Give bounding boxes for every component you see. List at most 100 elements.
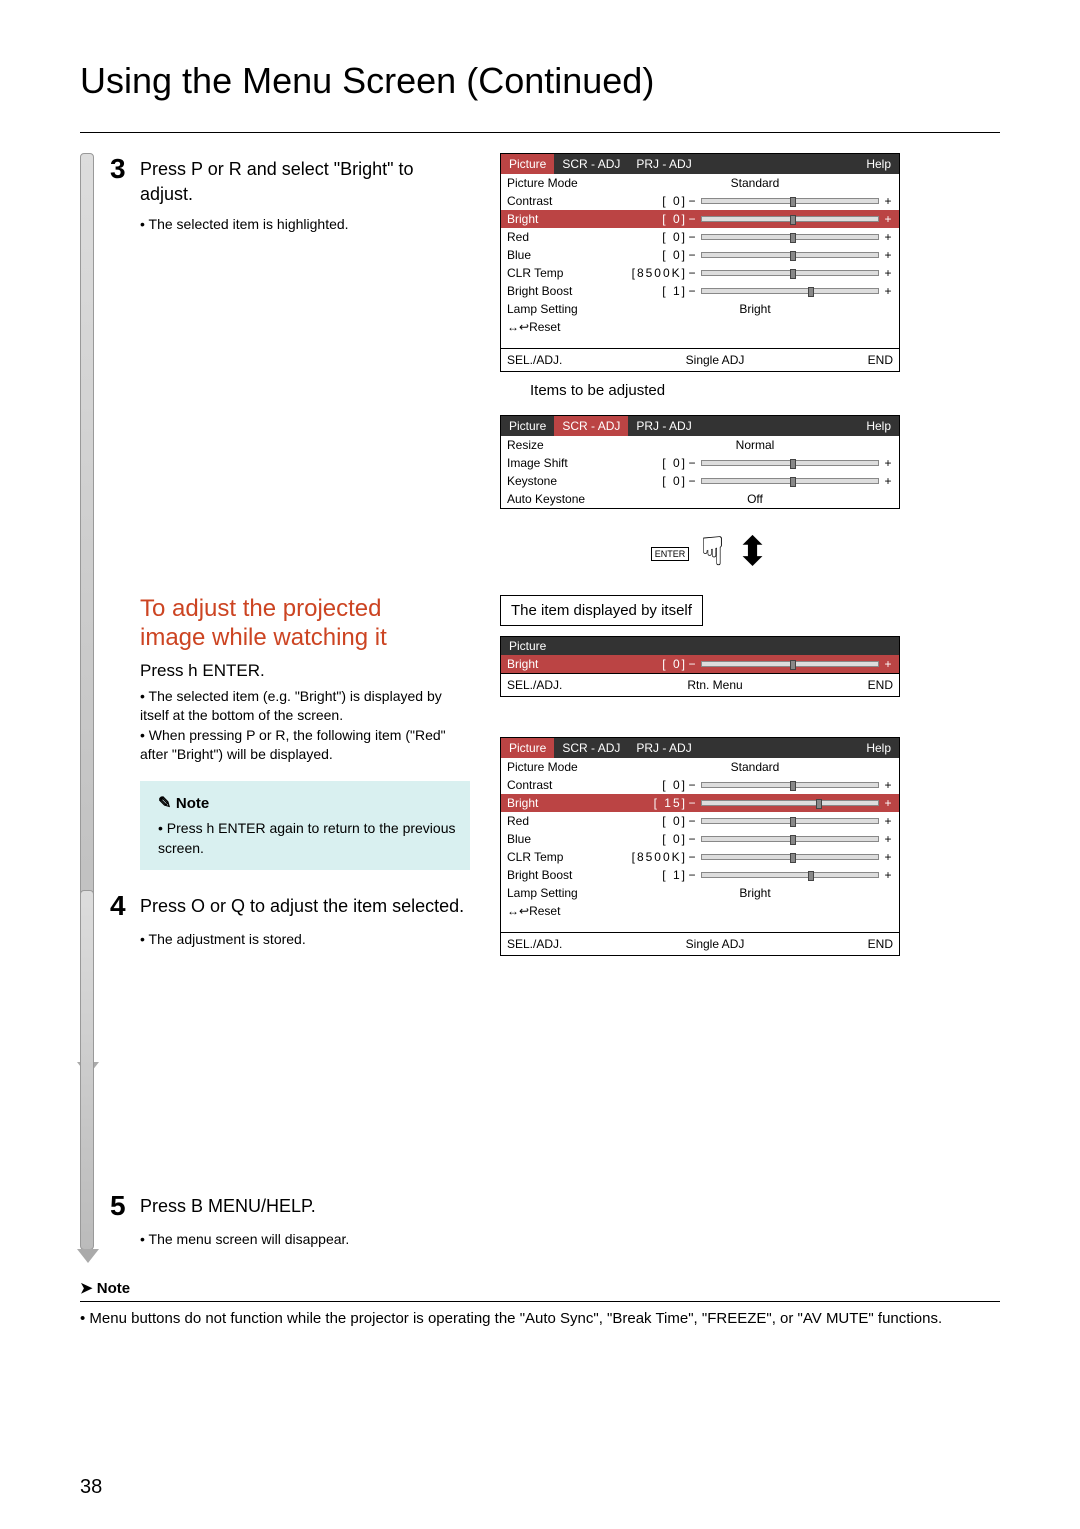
- minus-icon: −: [687, 266, 697, 280]
- row-red[interactable]: Red [ 0] −+: [501, 812, 899, 830]
- tab-picture[interactable]: Picture: [501, 154, 554, 174]
- tab-scr-adj[interactable]: SCR - ADJ: [554, 416, 628, 436]
- row-clr-temp[interactable]: CLR Temp [8500K] −+: [501, 848, 899, 866]
- menu-scr-adj: Picture SCR - ADJ PRJ - ADJ Help Resize …: [500, 415, 900, 509]
- row-reset[interactable]: ↔↩Reset: [501, 902, 899, 920]
- slider-thumb[interactable]: [790, 251, 796, 261]
- slider-thumb[interactable]: [790, 197, 796, 207]
- slider-thumb[interactable]: [790, 817, 796, 827]
- minus-icon: −: [687, 778, 697, 792]
- slider-thumb[interactable]: [808, 871, 814, 881]
- slider-thumb[interactable]: [816, 799, 822, 809]
- plus-icon: +: [883, 796, 893, 810]
- bracket: [: [662, 657, 667, 671]
- minus-icon: −: [687, 474, 697, 488]
- row-bright-boost[interactable]: Bright Boost [ 1] −+: [501, 866, 899, 884]
- slider-track[interactable]: [701, 872, 879, 878]
- slider-track[interactable]: [701, 818, 879, 824]
- row-reset[interactable]: ↔↩Reset: [501, 318, 899, 336]
- slider-track[interactable]: [701, 252, 879, 258]
- slider-track[interactable]: [701, 216, 879, 222]
- slider-thumb[interactable]: [790, 459, 796, 469]
- tab-scr-adj[interactable]: SCR - ADJ: [554, 738, 628, 758]
- tab-prj-adj[interactable]: PRJ - ADJ: [628, 416, 699, 436]
- row-red[interactable]: Red [ 0] −+: [501, 228, 899, 246]
- row-contrast[interactable]: Contrast [ 0] −+: [501, 776, 899, 794]
- slider-track[interactable]: [701, 270, 879, 276]
- plus-icon: +: [883, 284, 893, 298]
- row-clr-temp[interactable]: CLR Temp [8500K] −+: [501, 264, 899, 282]
- reset-arrows-icon: ↔↩: [507, 904, 529, 918]
- row-blue[interactable]: Blue [ 0] −+: [501, 830, 899, 848]
- plus-icon: +: [883, 474, 893, 488]
- note-divider: [80, 1301, 1000, 1302]
- tab-scr-adj[interactable]: SCR - ADJ: [554, 154, 628, 174]
- tab-help[interactable]: Help: [858, 416, 899, 436]
- row-blue[interactable]: Blue [ 0] −+: [501, 246, 899, 264]
- slider-thumb[interactable]: [790, 477, 796, 487]
- value: Off: [617, 492, 893, 506]
- label: Red: [507, 814, 617, 828]
- row-auto-keystone[interactable]: Auto Keystone Off: [501, 490, 899, 508]
- slider-track[interactable]: [701, 460, 879, 466]
- footer-end: END: [868, 937, 893, 951]
- menu-footer: SEL./ADJ. Rtn. Menu END: [501, 673, 899, 696]
- plus-icon: +: [883, 212, 893, 226]
- plus-icon: +: [883, 778, 893, 792]
- slider-track[interactable]: [701, 836, 879, 842]
- value: Normal: [617, 438, 893, 452]
- plus-icon: +: [883, 814, 893, 828]
- plus-icon: +: [883, 832, 893, 846]
- row-image-shift[interactable]: Image Shift [ 0] −+: [501, 454, 899, 472]
- row-bright-highlighted[interactable]: Bright [ 15] −+: [501, 794, 899, 812]
- bracket: [: [662, 868, 667, 882]
- value: 8500K: [637, 850, 682, 864]
- footer-mid: Rtn. Menu: [687, 678, 742, 692]
- value: 0: [673, 212, 682, 226]
- slider-thumb[interactable]: [790, 215, 796, 225]
- section-heading-line2: image while watching it: [140, 624, 387, 651]
- row-lamp[interactable]: Lamp Setting Bright: [501, 884, 899, 902]
- note-text: Menu buttons do not function while the p…: [80, 1308, 1000, 1331]
- plus-icon: +: [883, 266, 893, 280]
- tab-help[interactable]: Help: [858, 738, 899, 758]
- bracket: [: [654, 796, 659, 810]
- tab-picture[interactable]: Picture: [501, 416, 554, 436]
- row-bright-highlighted[interactable]: Bright [ 0] −+: [501, 210, 899, 228]
- row-keystone[interactable]: Keystone [ 0] −+: [501, 472, 899, 490]
- label: Bright: [507, 212, 617, 226]
- label: Contrast: [507, 778, 617, 792]
- slider-thumb[interactable]: [790, 269, 796, 279]
- slider-track[interactable]: [701, 288, 879, 294]
- minus-icon: −: [687, 657, 697, 671]
- row-lamp[interactable]: Lamp Setting Bright: [501, 300, 899, 318]
- slider-track[interactable]: [701, 234, 879, 240]
- slider-thumb[interactable]: [790, 660, 796, 670]
- tab-prj-adj[interactable]: PRJ - ADJ: [628, 738, 699, 758]
- row-bright-boost[interactable]: Bright Boost [ 1] −+: [501, 282, 899, 300]
- tab-prj-adj[interactable]: PRJ - ADJ: [628, 154, 699, 174]
- footer-end: END: [868, 353, 893, 367]
- bracket: [: [662, 832, 667, 846]
- row-picture-mode[interactable]: Picture Mode Standard: [501, 758, 899, 776]
- slider-thumb[interactable]: [808, 287, 814, 297]
- slider-track[interactable]: [701, 661, 879, 667]
- minus-icon: −: [687, 850, 697, 864]
- slider-track[interactable]: [701, 478, 879, 484]
- row-resize[interactable]: Resize Normal: [501, 436, 899, 454]
- row-bright-single[interactable]: Bright [ 0] −+: [501, 655, 899, 673]
- slider-thumb[interactable]: [790, 835, 796, 845]
- footer-sel: SEL./ADJ.: [507, 937, 562, 951]
- slider-thumb[interactable]: [790, 853, 796, 863]
- row-picture-mode[interactable]: Picture Mode Standard: [501, 174, 899, 192]
- slider-track[interactable]: [701, 800, 879, 806]
- slider-track[interactable]: [701, 198, 879, 204]
- label: Keystone: [507, 474, 617, 488]
- slider-track[interactable]: [701, 782, 879, 788]
- row-contrast[interactable]: Contrast [ 0] −+: [501, 192, 899, 210]
- slider-track[interactable]: [701, 854, 879, 860]
- slider-thumb[interactable]: [790, 233, 796, 243]
- slider-thumb[interactable]: [790, 781, 796, 791]
- tab-picture[interactable]: Picture: [501, 738, 554, 758]
- tab-help[interactable]: Help: [858, 154, 899, 174]
